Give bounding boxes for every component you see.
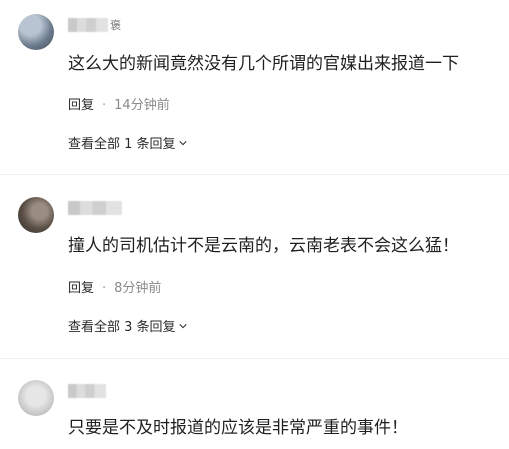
dot-separator: ·: [102, 98, 107, 113]
chevron-down-icon: [178, 141, 187, 146]
timestamp: 14分钟前: [114, 98, 170, 113]
timestamp: 8分钟前: [114, 281, 162, 296]
dot-separator: ·: [102, 281, 107, 296]
username-suffix: 褒: [110, 19, 121, 32]
username-blurred[interactable]: [68, 201, 122, 215]
comment-meta: 回复 · 8分钟前: [68, 277, 161, 296]
username-blurred[interactable]: [68, 384, 106, 398]
chevron-down-icon: [178, 324, 187, 329]
view-replies-label: 查看全部 1 条回复: [68, 137, 176, 152]
comment-text: 这么大的新闻竟然没有几个所谓的官媒出来报道一下: [68, 54, 459, 74]
username-blurred[interactable]: [68, 18, 108, 32]
avatar[interactable]: [18, 14, 54, 50]
comment-meta: 回复 · 14分钟前: [68, 94, 170, 113]
divider: [0, 358, 509, 359]
divider: [0, 174, 509, 175]
view-replies-button[interactable]: 查看全部 1 条回复: [68, 133, 187, 152]
reply-button[interactable]: 回复: [68, 98, 94, 113]
comment-text: 只要是不及时报道的应该是非常严重的事件！: [68, 418, 408, 438]
view-replies-label: 查看全部 3 条回复: [68, 320, 176, 335]
reply-button[interactable]: 回复: [68, 281, 94, 296]
view-replies-button[interactable]: 查看全部 3 条回复: [68, 316, 187, 335]
avatar[interactable]: [18, 197, 54, 233]
avatar[interactable]: [18, 380, 54, 416]
comment-text: 撞人的司机估计不是云南的，云南老表不会这么猛！: [68, 236, 459, 256]
